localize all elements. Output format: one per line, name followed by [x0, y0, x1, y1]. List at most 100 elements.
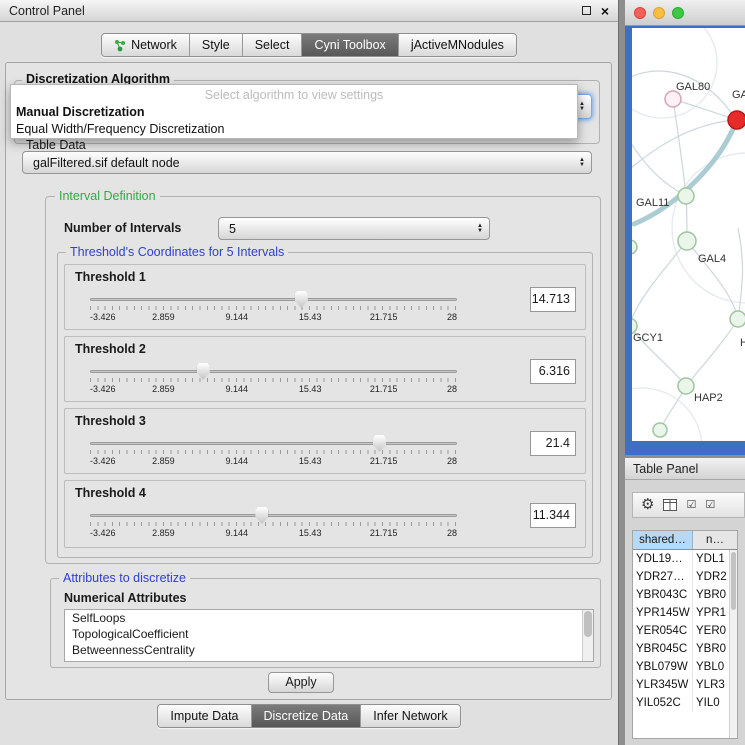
slider-scale: -3.4262.8599.14415.4321.71528 — [90, 507, 457, 541]
table-row[interactable]: YBL079WYBL0 — [633, 658, 737, 676]
slider-scale: -3.4262.8599.14415.4321.71528 — [90, 363, 457, 397]
apply-button[interactable]: Apply — [268, 672, 334, 693]
tab-label: Discretize Data — [264, 709, 349, 723]
column-header-shared-name[interactable]: shared… — [633, 531, 693, 549]
scale-label: 2.859 — [152, 384, 175, 394]
threshold-panel-1: Threshold 1 -3.4262.8599.14415.4321.7152… — [64, 264, 586, 330]
list-item[interactable]: TopologicalCoefficient — [65, 626, 593, 642]
network-node[interactable] — [632, 240, 637, 254]
table-panel-title: Table Panel — [633, 462, 698, 476]
number-of-intervals-value: 5 — [229, 222, 236, 236]
dropdown-option-manual[interactable]: Manual Discretization — [11, 104, 577, 121]
mac-zoom-icon[interactable] — [672, 7, 684, 19]
table-row[interactable]: YDL19…YDL1 — [633, 550, 737, 568]
attributes-group-title: Attributes to discretize — [59, 571, 190, 585]
network-node-label: GAL4 — [698, 253, 726, 265]
table-panel: Table Panel ⚙ ☑ ☑ shared… n… YDL19…YDL1Y… — [625, 458, 745, 745]
threshold-value-field[interactable]: 11.344 — [530, 503, 576, 528]
threshold-value-field[interactable]: 21.4 — [530, 431, 576, 456]
mac-minimize-icon[interactable] — [653, 7, 665, 19]
threshold-value-field[interactable]: 14.713 — [530, 287, 576, 312]
table-panel-titlebar: Table Panel — [625, 458, 745, 480]
scale-label: -3.426 — [90, 312, 116, 322]
tab-label: jActiveMNodules — [411, 38, 504, 52]
top-tab-bar: Network Style Select Cyni Toolbox jActiv… — [101, 33, 517, 57]
network-node-label: GCY1 — [633, 332, 663, 344]
network-node-label: GA — [732, 89, 745, 101]
algorithm-dropdown-popup: Select algorithm to view settings Manual… — [10, 84, 578, 139]
table-header-row: shared… n… — [633, 531, 737, 550]
network-node[interactable] — [678, 378, 694, 394]
table-row[interactable]: YLR345WYLR3 — [633, 676, 737, 694]
scale-label: 28 — [447, 384, 457, 394]
network-node-label: GAL80 — [676, 81, 710, 93]
table-scrollbar[interactable] — [729, 550, 737, 738]
network-node[interactable] — [678, 188, 694, 204]
table-data-value: galFiltered.sif default node — [33, 156, 180, 170]
threshold-slider[interactable]: -3.4262.8599.14415.4321.71528 — [90, 507, 457, 541]
network-window-titlebar — [625, 0, 745, 26]
tab-network[interactable]: Network — [102, 34, 190, 56]
checkbox-icon[interactable]: ☑ — [686, 499, 696, 511]
float-window-icon[interactable] — [582, 6, 591, 15]
dropdown-option-equal-width[interactable]: Equal Width/Frequency Discretization — [11, 121, 577, 138]
list-item[interactable]: BetweennessCentrality — [65, 642, 593, 658]
column-header-name[interactable]: n… — [693, 531, 737, 549]
threshold-value-field[interactable]: 6.316 — [530, 359, 576, 384]
scale-label: 15.43 — [299, 384, 322, 394]
table-row[interactable]: YDR27…YDR2 — [633, 568, 737, 586]
network-node[interactable] — [730, 311, 745, 327]
table-data-label: Table Data — [26, 138, 86, 152]
network-node[interactable] — [728, 111, 745, 129]
tab-select[interactable]: Select — [243, 34, 303, 56]
table-row[interactable]: YPR145WYPR1 — [633, 604, 737, 622]
threshold-panel-3: Threshold 3 -3.4262.8599.14415.4321.7152… — [64, 408, 586, 474]
scale-label: -3.426 — [90, 528, 116, 538]
network-node-label: H — [740, 337, 745, 349]
threshold-label: Threshold 1 — [75, 270, 146, 284]
tab-impute-data[interactable]: Impute Data — [158, 705, 251, 727]
scrollbar-thumb[interactable] — [731, 552, 736, 610]
slider-scale: -3.4262.8599.14415.4321.71528 — [90, 435, 457, 469]
scale-label: 9.144 — [226, 528, 249, 538]
scrollbar-thumb[interactable] — [584, 611, 592, 637]
threshold-slider[interactable]: -3.4262.8599.14415.4321.71528 — [90, 435, 457, 469]
list-scrollbar[interactable] — [582, 610, 593, 661]
network-node[interactable] — [653, 423, 667, 437]
table-cell: YBR045C — [633, 640, 693, 658]
network-nodes-layer: GAL80GAGAL11GAL4GCY1HHAP2 — [632, 28, 745, 441]
tab-infer-network[interactable]: Infer Network — [361, 705, 459, 727]
gear-icon[interactable]: ⚙ — [641, 497, 654, 513]
table-row[interactable]: YBR045CYBR0 — [633, 640, 737, 658]
network-node[interactable] — [678, 232, 696, 250]
checkbox-icon[interactable]: ☑ — [705, 499, 715, 511]
close-icon[interactable]: × — [601, 4, 609, 18]
numerical-attributes-list[interactable]: SelfLoopsTopologicalCoefficientBetweenne… — [64, 609, 594, 662]
table-row[interactable]: YBR043CYBR0 — [633, 586, 737, 604]
number-of-intervals-select[interactable]: 5 ▲▼ — [218, 217, 490, 240]
columns-icon[interactable] — [663, 499, 677, 511]
tab-discretize-data[interactable]: Discretize Data — [252, 705, 362, 727]
list-item[interactable]: SelfLoops — [65, 610, 593, 626]
network-view-window: GAL80GAGAL11GAL4GCY1HHAP2 — [625, 0, 745, 455]
window-title: Control Panel — [9, 4, 582, 18]
tab-label: Style — [202, 38, 230, 52]
screen: Control Panel × Network Style Select — [0, 0, 745, 745]
threshold-label: Threshold 4 — [75, 486, 146, 500]
table-row[interactable]: YIL052CYIL0 — [633, 694, 737, 712]
tab-cyni-toolbox[interactable]: Cyni Toolbox — [302, 34, 398, 56]
network-node[interactable] — [665, 91, 681, 107]
bottom-tab-row: Impute Data Discretize Data Infer Networ… — [0, 704, 618, 728]
table-data-select[interactable]: galFiltered.sif default node ▲▼ — [22, 151, 592, 174]
threshold-slider[interactable]: -3.4262.8599.14415.4321.71528 — [90, 291, 457, 325]
bottom-tab-bar: Impute Data Discretize Data Infer Networ… — [157, 704, 460, 728]
tab-jactivemnodules[interactable]: jActiveMNodules — [399, 34, 516, 56]
tab-style[interactable]: Style — [190, 34, 243, 56]
mac-close-icon[interactable] — [634, 7, 646, 19]
scale-label: 15.43 — [299, 312, 322, 322]
network-canvas[interactable]: GAL80GAGAL11GAL4GCY1HHAP2 — [632, 28, 745, 441]
table-toolbar: ⚙ ☑ ☑ — [632, 492, 745, 518]
table-row[interactable]: YER054CYER0 — [633, 622, 737, 640]
threshold-slider[interactable]: -3.4262.8599.14415.4321.71528 — [90, 363, 457, 397]
scale-label: 9.144 — [226, 312, 249, 322]
